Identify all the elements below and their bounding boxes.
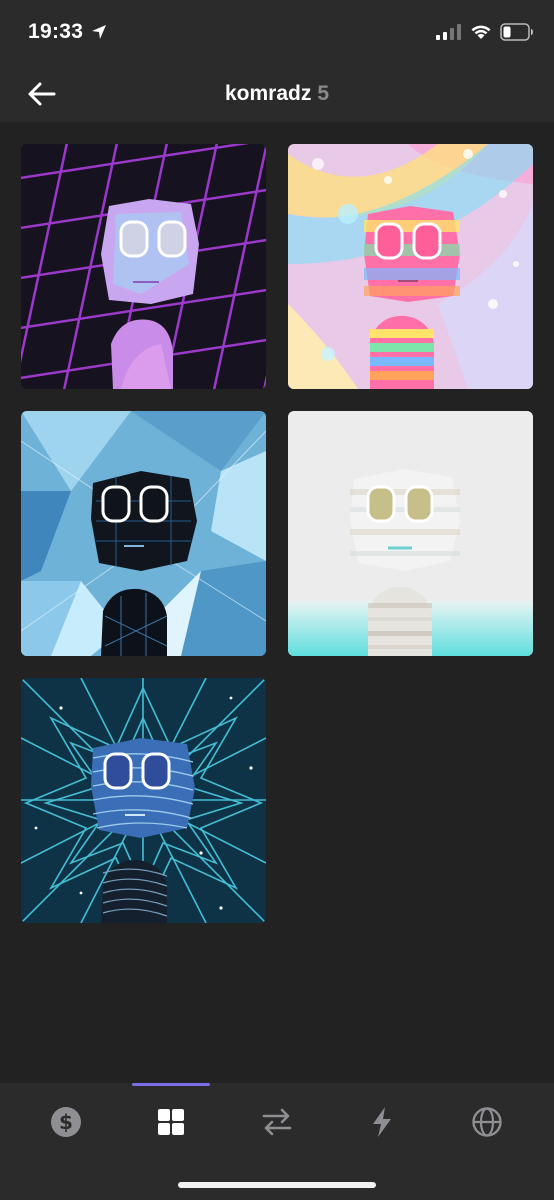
active-tab-indicator [132,1083,210,1086]
dollar-icon: $ [51,1107,81,1137]
tab-activity[interactable] [352,1100,412,1144]
wifi-icon [471,25,491,39]
tab-swap[interactable] [247,1100,307,1144]
status-time: 19:33 [28,20,84,43]
svg-text:$: $ [59,1110,73,1134]
collection-item-5[interactable] [21,678,266,923]
nft-image [21,411,266,656]
grid-icon [158,1109,184,1135]
lightning-icon [373,1107,391,1137]
globe-icon [472,1107,502,1137]
tab-browser[interactable] [457,1100,517,1144]
status-icons [436,21,534,43]
swap-arrows-icon [262,1108,292,1136]
signal-icon [436,24,461,40]
location-arrow-icon [92,25,106,39]
collection-name: komradz [224,82,312,105]
battery-icon [500,23,533,41]
collection-item-1[interactable] [21,144,266,389]
page-title: komradz 5 [0,82,554,106]
collection-item-2[interactable] [288,144,533,389]
nft-image [288,144,533,389]
home-indicator [178,1182,376,1188]
collection-count: 5 [317,82,330,105]
header: komradz 5 [0,64,554,122]
tab-wallet[interactable]: $ [36,1100,96,1144]
status-bar: 19:33 [0,0,554,64]
collection-item-4[interactable] [288,411,533,656]
tab-collection[interactable] [141,1100,201,1144]
collection-item-3[interactable] [21,411,266,656]
nft-image [288,411,533,656]
nft-image [21,144,266,389]
nft-image [21,678,266,923]
